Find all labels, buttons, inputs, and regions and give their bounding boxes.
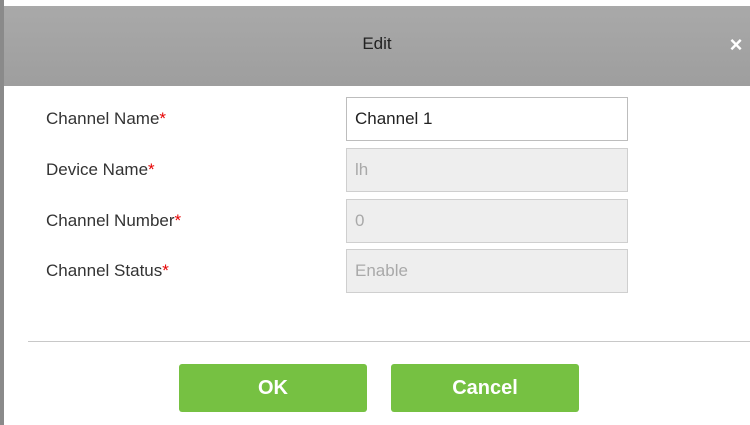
ok-button[interactable]: OK xyxy=(179,364,367,412)
device-name-label: Device Name* xyxy=(46,160,155,180)
close-icon[interactable]: × xyxy=(724,33,748,57)
channel-number-label-text: Channel Number xyxy=(46,211,175,230)
channel-status-label-text: Channel Status xyxy=(46,261,163,280)
channel-status-label: Channel Status* xyxy=(46,261,169,281)
edit-dialog: Edit × Channel Name* Device Name* Channe… xyxy=(0,0,750,425)
channel-name-label: Channel Name* xyxy=(46,109,166,129)
dialog-title: Edit xyxy=(362,34,392,53)
channel-number-label: Channel Number* xyxy=(46,211,181,231)
device-name-input xyxy=(346,148,628,192)
dialog-titlebar: Edit × xyxy=(4,0,750,86)
channel-status-input xyxy=(346,249,628,293)
device-name-row: Device Name* xyxy=(46,148,666,194)
channel-name-row: Channel Name* xyxy=(46,97,666,143)
channel-name-input[interactable] xyxy=(346,97,628,141)
cancel-button[interactable]: Cancel xyxy=(391,364,579,412)
channel-status-row: Channel Status* xyxy=(46,249,666,295)
channel-number-row: Channel Number* xyxy=(46,199,666,245)
channel-number-input xyxy=(346,199,628,243)
channel-name-label-text: Channel Name xyxy=(46,109,160,128)
device-name-label-text: Device Name xyxy=(46,160,149,179)
required-marker: * xyxy=(159,109,167,128)
footer-divider xyxy=(28,341,750,342)
required-marker: * xyxy=(162,261,169,280)
required-marker: * xyxy=(148,160,155,179)
required-marker: * xyxy=(174,211,182,230)
